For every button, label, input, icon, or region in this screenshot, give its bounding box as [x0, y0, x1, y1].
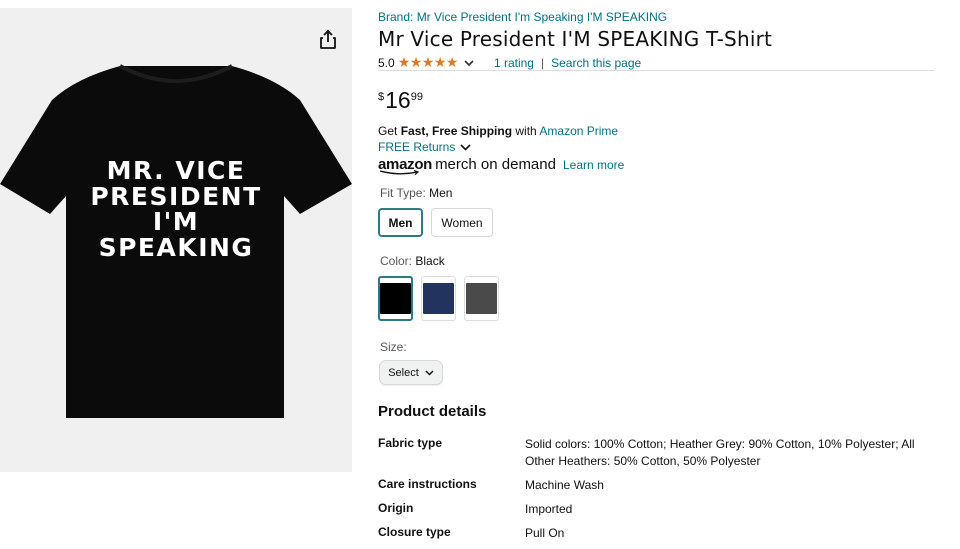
merch-on-demand-row: amazon merch on demand Learn more — [378, 156, 624, 175]
fit-type-options: Men Women — [378, 208, 493, 237]
swatch-fill — [466, 283, 497, 314]
size-label: Size: — [380, 340, 407, 354]
detail-value: Pull On — [525, 526, 565, 540]
color-swatches — [378, 276, 499, 321]
shipping-get-text: Get — [378, 124, 401, 138]
product-details-table: Fabric type Solid colors: 100% Cotton; H… — [378, 436, 934, 549]
color-label-text: Color: — [380, 254, 416, 268]
product-image-panel[interactable]: MR. VICE PRESIDENT I'M SPEAKING — [0, 8, 352, 472]
swatch-fill — [423, 283, 454, 314]
detail-key: Fabric type — [378, 436, 443, 450]
fast-free-shipping: Fast, Free Shipping — [400, 124, 513, 138]
price-symbol: $ — [378, 91, 385, 103]
detail-key: Origin — [378, 501, 414, 515]
brand-link[interactable]: Brand: Mr Vice President I'm Speaking I'… — [378, 10, 667, 24]
shirt-print-text: MR. VICE PRESIDENT I'M SPEAKING — [0, 158, 352, 260]
chevron-down-icon — [460, 143, 471, 151]
star-rating-icon[interactable]: ★★★★★ — [398, 54, 459, 71]
price: $ 16 99 — [378, 88, 423, 112]
table-row: Fabric type Solid colors: 100% Cotton; H… — [378, 436, 934, 470]
fit-option-men[interactable]: Men — [378, 208, 423, 237]
size-select-label: Select — [388, 366, 419, 379]
merch-on-demand-label: merch on demand — [435, 156, 556, 173]
rating-value: 5.0 — [378, 55, 395, 70]
fit-type-label: Fit Type: Men — [380, 186, 452, 200]
price-whole: 16 — [385, 87, 411, 113]
shipping-with-text: with — [512, 124, 540, 138]
shirt-line: PRESIDENT — [90, 181, 262, 211]
free-returns-link[interactable]: FREE Returns — [378, 140, 471, 154]
detail-key: Care instructions — [378, 477, 477, 491]
detail-value: Solid colors: 100% Cotton; Heather Grey:… — [525, 437, 915, 468]
separator: | — [540, 55, 545, 70]
color-selected: Black — [415, 254, 445, 268]
divider — [378, 70, 934, 71]
price-fraction: 99 — [410, 91, 423, 103]
shirt-line: I'M — [152, 207, 200, 236]
shirt-line: MR. VICE — [106, 156, 246, 185]
fit-type-selected: Men — [429, 186, 453, 200]
size-dropdown[interactable]: Select — [379, 360, 443, 385]
fit-type-label-text: Fit Type: — [380, 186, 430, 200]
swatch-fill — [380, 283, 411, 314]
rating-count-link[interactable]: 1 rating — [494, 56, 534, 70]
learn-more-link[interactable]: Learn more — [563, 158, 624, 172]
table-row: Origin Imported — [378, 501, 934, 518]
color-swatch-navy[interactable] — [421, 276, 456, 321]
amazon-prime-link[interactable]: Amazon Prime — [539, 124, 618, 138]
share-button[interactable] — [314, 26, 342, 54]
detail-value: Imported — [525, 502, 573, 516]
table-row: Care instructions Machine Wash — [378, 477, 934, 494]
color-swatch-dark-grey[interactable] — [464, 276, 499, 321]
detail-key: Closure type — [378, 525, 451, 539]
share-icon — [320, 30, 336, 49]
color-swatch-black[interactable] — [378, 276, 413, 321]
chevron-down-icon[interactable] — [464, 56, 474, 70]
product-details-heading: Product details — [378, 403, 487, 420]
fit-option-women[interactable]: Women — [431, 208, 493, 237]
search-page-link[interactable]: Search this page — [551, 56, 641, 70]
product-title: Mr Vice President I'M SPEAKING T-Shirt — [378, 27, 773, 51]
detail-value: Machine Wash — [525, 478, 604, 492]
color-label: Color: Black — [380, 254, 445, 268]
amazon-logo: amazon — [378, 156, 432, 175]
table-row: Closure type Pull On — [378, 525, 934, 542]
shipping-info: Get Fast, Free Shipping with Amazon Prim… — [378, 124, 618, 138]
shirt-line: SPEAKING — [98, 232, 254, 262]
rating-row: 5.0 ★★★★★ 1 rating | Search this page — [378, 54, 641, 71]
free-returns-label: FREE Returns — [378, 140, 456, 154]
chevron-down-icon — [425, 369, 434, 376]
